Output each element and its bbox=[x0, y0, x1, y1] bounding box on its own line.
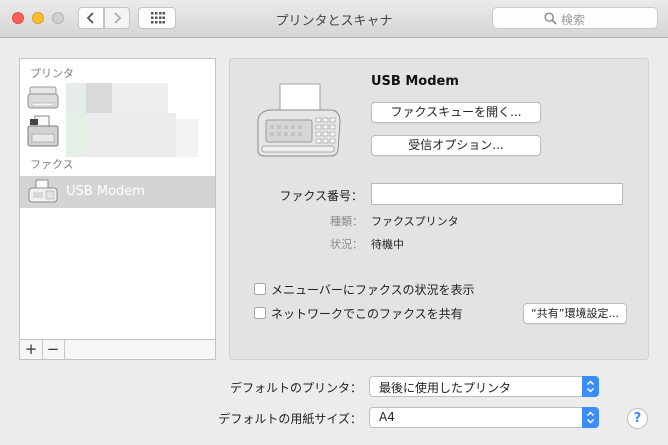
search-field[interactable]: 検索 bbox=[492, 7, 658, 29]
status-label: 状況： bbox=[330, 238, 363, 251]
default-paper-size-value: A4 bbox=[379, 410, 395, 424]
search-icon bbox=[544, 12, 557, 25]
show-in-menubar-checkbox[interactable] bbox=[254, 283, 266, 295]
fax-number-label: ファクス番号： bbox=[279, 189, 363, 203]
device-name: USB Modem bbox=[371, 74, 459, 89]
fax-section-label: ファクス bbox=[30, 158, 74, 171]
default-printer-value: 最後に使用したプリンタ bbox=[379, 381, 512, 395]
open-fax-queue-button[interactable]: ファクスキューを開く... bbox=[371, 102, 541, 123]
show-in-menubar-label: メニューバーにファクスの状況を表示 bbox=[271, 283, 475, 297]
fax-number-field[interactable] bbox=[371, 183, 623, 205]
add-printer-button[interactable]: + bbox=[20, 340, 43, 359]
help-button[interactable]: ? bbox=[627, 408, 648, 429]
kind-label: 種類： bbox=[330, 215, 363, 228]
share-fax-label: ネットワークでこのファクスを共有 bbox=[271, 307, 463, 321]
printer-icon bbox=[27, 86, 59, 109]
sidebar-footer: + − bbox=[19, 340, 216, 360]
status-value: 待機中 bbox=[371, 238, 404, 251]
redacted-printer-name bbox=[66, 83, 86, 113]
redacted-printer-name bbox=[86, 83, 112, 113]
fax-machine-icon bbox=[257, 83, 341, 157]
printer-list[interactable]: プリンタ ファクス USB Modem bbox=[19, 58, 216, 340]
remove-printer-button[interactable]: − bbox=[42, 340, 65, 359]
redacted-printer-name bbox=[112, 83, 168, 113]
fax-icon bbox=[28, 179, 58, 203]
search-placeholder: 検索 bbox=[561, 13, 586, 27]
redacted-printer-name bbox=[176, 119, 198, 157]
sharing-preferences-button[interactable]: “共有”環境設定... bbox=[523, 303, 627, 324]
popup-arrow bbox=[582, 376, 599, 397]
chevron-up-down-icon bbox=[586, 380, 595, 393]
default-printer-label: デフォルトのプリンタ： bbox=[229, 381, 362, 395]
popup-arrow bbox=[582, 407, 599, 428]
sidebar-item-label: USB Modem bbox=[66, 184, 145, 199]
kind-value: ファクスプリンタ bbox=[371, 215, 459, 228]
chevron-up-down-icon bbox=[586, 411, 595, 424]
share-fax-checkbox[interactable] bbox=[254, 307, 266, 319]
default-printer-popup[interactable]: 最後に使用したプリンタ bbox=[369, 376, 599, 397]
default-paper-size-label: デフォルトの用紙サイズ： bbox=[218, 412, 362, 426]
sidebar-item-usb-modem[interactable]: USB Modem bbox=[20, 176, 215, 208]
title-bar: プリンタとスキャナ 検索 bbox=[0, 0, 668, 38]
printer-icon bbox=[27, 115, 59, 147]
default-paper-size-popup[interactable]: A4 bbox=[369, 407, 599, 428]
printers-section-label: プリンタ bbox=[30, 67, 74, 80]
redacted-printer-name bbox=[86, 113, 176, 157]
redacted-printer-name bbox=[66, 113, 86, 157]
receive-options-button[interactable]: 受信オプション... bbox=[371, 135, 541, 156]
